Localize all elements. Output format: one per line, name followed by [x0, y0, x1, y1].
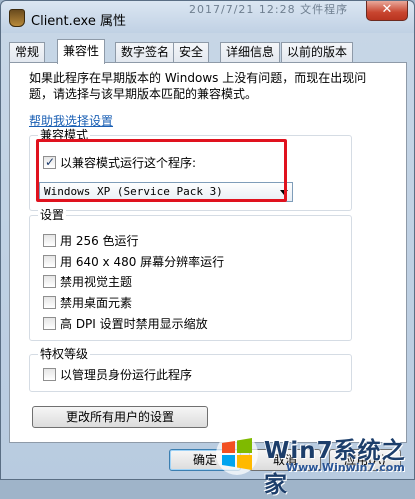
- checkbox-icon[interactable]: [43, 255, 56, 268]
- checkbox-checked-icon[interactable]: [43, 154, 56, 170]
- setting-label: 用 256 色运行: [60, 234, 139, 248]
- setting-640x480[interactable]: 用 640 x 480 屏幕分辨率运行: [43, 254, 224, 270]
- tab-digital-signature[interactable]: 数字签名: [115, 42, 176, 62]
- setting-disable-visual-themes[interactable]: 禁用视觉主题: [43, 274, 132, 290]
- ok-button[interactable]: 确定: [169, 449, 241, 471]
- close-button[interactable]: ✕: [366, 1, 408, 21]
- title-bar[interactable]: Client.exe 属性 2017/7/21 12:28 文件程序 ✕: [1, 1, 414, 33]
- run-as-admin-label: 以管理员身份运行此程序: [60, 368, 193, 382]
- privilege-group: 特权等级 以管理员身份运行此程序: [29, 347, 352, 392]
- checkbox-icon[interactable]: [43, 234, 56, 247]
- checkbox-icon[interactable]: [43, 275, 56, 288]
- tab-security[interactable]: 安全: [173, 42, 210, 62]
- settings-group: 设置 用 256 色运行 用 640 x 480 屏幕分辨率运行 禁用视觉主题 …: [29, 208, 352, 341]
- setting-label: 禁用桌面元素: [60, 296, 133, 310]
- privilege-title: 特权等级: [38, 347, 91, 361]
- settings-title: 设置: [38, 208, 67, 222]
- window-title: Client.exe 属性: [31, 14, 126, 29]
- compatibility-panel: 如果此程序在早期版本的 Windows 上没有问题，而现在出现问题，请选择与该早…: [9, 62, 407, 443]
- setting-disable-dpi-scaling[interactable]: 高 DPI 设置时禁用显示缩放: [43, 316, 208, 332]
- change-all-users-button[interactable]: 更改所有用户的设置: [32, 406, 208, 428]
- setting-disable-desktop-composition[interactable]: 禁用桌面元素: [43, 295, 132, 311]
- tab-previous-versions[interactable]: 以前的版本: [281, 42, 354, 62]
- tab-compatibility[interactable]: 兼容性: [57, 39, 106, 64]
- setting-label: 禁用视觉主题: [60, 275, 133, 289]
- intro-text: 如果此程序在早期版本的 Windows 上没有问题，而现在出现问题，请选择与该早…: [29, 71, 367, 101]
- apply-button[interactable]: 应用(A): [329, 449, 401, 471]
- checkbox-icon[interactable]: [43, 368, 56, 381]
- cancel-button[interactable]: 取消: [249, 449, 321, 471]
- checkbox-icon[interactable]: [43, 317, 56, 330]
- help-me-choose-link[interactable]: 帮助我选择设置: [29, 112, 113, 129]
- run-as-admin-checkbox[interactable]: 以管理员身份运行此程序: [43, 367, 192, 383]
- checkbox-icon[interactable]: [43, 296, 56, 309]
- app-icon: [9, 9, 25, 27]
- setting-256-colors[interactable]: 用 256 色运行: [43, 233, 139, 249]
- compat-mode-select[interactable]: Windows XP (Service Pack 3): [39, 182, 293, 202]
- properties-window: Client.exe 属性 2017/7/21 12:28 文件程序 ✕ 常规 …: [0, 0, 415, 498]
- run-in-compat-mode-checkbox[interactable]: 以兼容模式运行这个程序:: [43, 154, 197, 171]
- setting-label: 用 640 x 480 屏幕分辨率运行: [60, 255, 225, 269]
- background-window-text: 2017/7/21 12:28 文件程序: [189, 3, 349, 16]
- tab-details[interactable]: 详细信息: [220, 42, 281, 62]
- dropdown-arrow-icon[interactable]: [280, 190, 288, 195]
- tab-general[interactable]: 常规: [9, 42, 46, 62]
- run-in-compat-mode-label: 以兼容模式运行这个程序:: [60, 156, 197, 170]
- compat-mode-group: 兼容模式 以兼容模式运行这个程序: Windows XP (Service Pa…: [29, 128, 352, 211]
- compat-mode-value: Windows XP (Service Pack 3): [44, 185, 223, 198]
- compat-mode-title: 兼容模式: [38, 128, 91, 142]
- setting-label: 高 DPI 设置时禁用显示缩放: [60, 317, 208, 331]
